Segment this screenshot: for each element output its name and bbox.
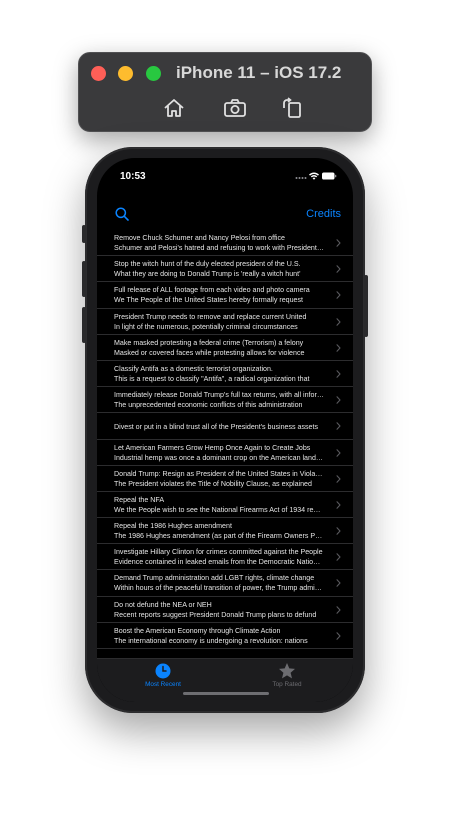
list-item[interactable]: Immediately release Donald Trump's full … [97,387,353,414]
tab-bar: Most Recent Top Rated [97,658,353,702]
petition-subtitle: The international economy is undergoing … [114,636,308,645]
list-item[interactable]: Repeal the NFA We the People wish to see … [97,492,353,519]
petition-subtitle: The President violates the Title of Nobi… [114,479,312,488]
petition-title: Classify Antifa as a domestic terrorist … [114,364,273,373]
status-time: 10:53 [120,171,146,182]
petition-title: Full release of ALL footage from each vi… [114,286,310,295]
side-button [364,275,368,337]
petition-subtitle: In light of the numerous, potentially cr… [114,322,298,331]
list-item[interactable]: Demand Trump administration add LGBT rig… [97,570,353,597]
petition-subtitle: Schumer and Pelosi's hatred and refusing… [114,244,324,252]
list-item[interactable]: Divest or put in a blind trust all of th… [97,413,353,440]
chevron-right-icon [336,448,341,457]
list-item[interactable]: Classify Antifa as a domestic terrorist … [97,361,353,388]
mute-switch [82,225,86,243]
petition-subtitle: Recent reports suggest President Donald … [114,610,317,619]
home-indicator [183,692,269,695]
volume-down-button [82,307,86,343]
status-indicators [295,171,337,183]
petition-title: Stop the witch hunt of the duly elected … [114,260,301,269]
simulator-toolbar: iPhone 11 – iOS 17.2 [78,52,372,132]
signal-icon [295,177,307,179]
credits-button[interactable]: Credits [306,208,341,220]
petition-subtitle: The 1986 Hughes amendment (as part of th… [114,532,324,541]
petition-title: Repeal the NFA [114,495,165,504]
petition-subtitle: Evidence contained in leaked emails from… [114,558,324,567]
close-window-button[interactable] [91,66,106,81]
petition-title: Let American Farmers Grow Hemp Once Agai… [114,443,311,452]
chevron-right-icon [336,422,341,431]
list-item[interactable]: Do not defund the NEA or NEH Recent repor… [97,597,353,623]
chevron-right-icon [336,527,341,535]
petition-list[interactable]: Remove Chuck Schumer and Nancy Pelosi fr… [97,230,353,658]
tab-label: Most Recent [145,681,181,688]
petition-title: Donald Trump: Resign as President of the… [114,469,324,478]
petition-title: Divest or put in a blind trust all of th… [114,422,319,431]
petition-title: Do not defund the NEA or NEH [114,600,212,609]
chevron-right-icon [336,474,341,483]
chevron-right-icon [336,632,341,640]
list-item[interactable]: Repeal the 1986 Hughes amendment The 1986… [97,518,353,545]
chevron-right-icon [336,239,341,247]
list-item[interactable]: Make masked protesting a federal crime (… [97,335,353,361]
petition-title: Immediately release Donald Trump's full … [114,391,324,400]
list-item[interactable]: Stop the witch hunt of the duly elected … [97,256,353,283]
chevron-right-icon [336,501,341,509]
petition-subtitle: We the People wish to see the National F… [114,505,324,514]
petition-subtitle: This is a request to classify "Antifa", … [114,374,310,383]
chevron-right-icon [336,344,341,352]
petition-title: Repeal the 1986 Hughes amendment [114,522,232,531]
petition-subtitle: Industrial hemp was once a dominant crop… [114,453,324,462]
chevron-right-icon [336,291,341,300]
petition-title: Investigate Hillary Clinton for crimes c… [114,548,323,557]
rotate-icon[interactable] [280,97,304,119]
list-item[interactable]: Change the law putting a financial strai… [97,649,353,658]
petition-subtitle: Masked or covered faces while protesting… [114,348,305,357]
petition-subtitle: What they are doing to Donald Trump is '… [114,270,301,279]
chevron-right-icon [336,553,341,561]
device-screen: 10:53 Credits Remove Chuck Schumer and N… [97,158,353,702]
clock-icon [155,663,171,679]
petition-title: Demand Trump administration add LGBT rig… [114,574,315,583]
petition-title: Make masked protesting a federal crime (… [114,338,304,347]
simulator-title: iPhone 11 – iOS 17.2 [176,63,342,82]
list-item[interactable]: President Trump needs to remove and repl… [97,309,353,335]
chevron-right-icon [336,265,341,273]
petition-title: Remove Chuck Schumer and Nancy Pelosi fr… [114,234,285,242]
iphone-device-frame: 10:53 Credits Remove Chuck Schumer and N… [82,147,368,713]
tab-top-rated[interactable]: Top Rated [247,662,327,688]
petition-subtitle: Within hours of the peaceful transition … [114,584,324,593]
tab-label: Top Rated [272,681,302,688]
petition-subtitle: The unprecedented economic conflicts of … [114,401,303,410]
wifi-icon [309,172,319,180]
petition-subtitle: We The People of the United States hereb… [114,296,304,305]
chevron-right-icon [336,396,341,404]
zoom-window-button[interactable] [146,66,161,81]
list-item[interactable]: Boost the American Economy through Clima… [97,623,353,649]
screenshot-icon[interactable] [223,97,247,119]
petition-title: Change the law putting a financial strai… [114,649,324,658]
battery-icon [322,172,337,180]
star-icon [279,663,295,679]
petition-title: Boost the American Economy through Clima… [114,626,281,635]
search-icon[interactable] [115,207,129,221]
tab-most-recent[interactable]: Most Recent [123,662,203,688]
home-icon[interactable] [162,97,186,119]
chevron-right-icon [336,317,341,326]
list-item[interactable]: Investigate Hillary Clinton for crimes c… [97,544,353,571]
petition-title: President Trump needs to remove and repl… [114,312,307,321]
volume-up-button [82,261,86,297]
chevron-right-icon [336,579,341,588]
list-item[interactable]: Donald Trump: Resign as President of the… [97,466,353,492]
chevron-right-icon [336,605,341,614]
minimize-window-button[interactable] [118,66,133,81]
list-item[interactable]: Full release of ALL footage from each vi… [97,282,353,309]
list-item[interactable]: Let American Farmers Grow Hemp Once Agai… [97,440,353,466]
list-item[interactable]: Remove Chuck Schumer and Nancy Pelosi fr… [97,230,353,257]
chevron-right-icon [336,370,341,378]
